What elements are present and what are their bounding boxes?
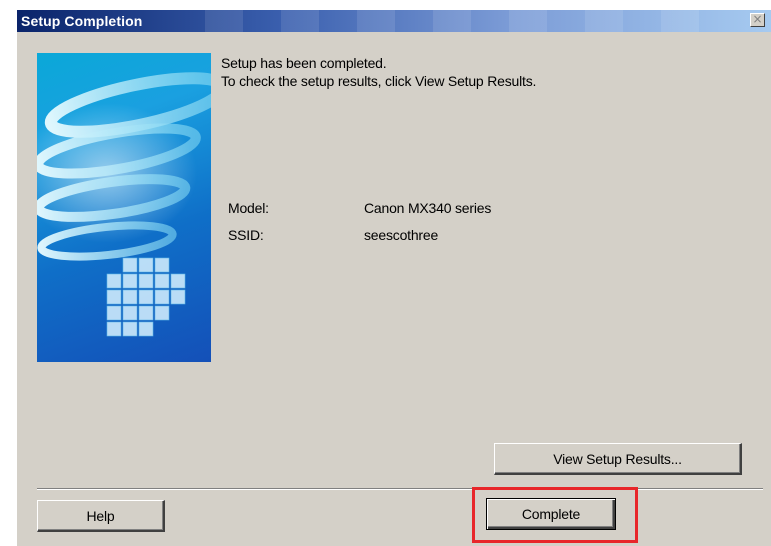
help-button[interactable]: Help bbox=[37, 500, 165, 532]
footer-separator bbox=[37, 488, 763, 490]
canon-banner-image bbox=[37, 53, 211, 362]
model-label: Model: bbox=[228, 200, 269, 216]
spiral-artwork-icon bbox=[37, 72, 211, 337]
title-bar[interactable]: Setup Completion × bbox=[17, 10, 771, 32]
ssid-label: SSID: bbox=[228, 227, 264, 243]
ssid-value: seescothree bbox=[364, 227, 439, 243]
title-bar-pattern bbox=[167, 10, 737, 32]
model-value: Canon MX340 series bbox=[364, 200, 492, 216]
complete-button[interactable]: Complete bbox=[486, 498, 616, 530]
message-line-1: Setup has been completed. bbox=[221, 55, 387, 71]
close-icon[interactable]: × bbox=[750, 13, 765, 27]
view-setup-results-button[interactable]: View Setup Results... bbox=[494, 443, 742, 475]
setup-completion-dialog: Setup Completion × Setup has been comple… bbox=[17, 10, 771, 546]
window-title: Setup Completion bbox=[21, 13, 143, 29]
message-line-2: To check the setup results, click View S… bbox=[221, 73, 537, 89]
